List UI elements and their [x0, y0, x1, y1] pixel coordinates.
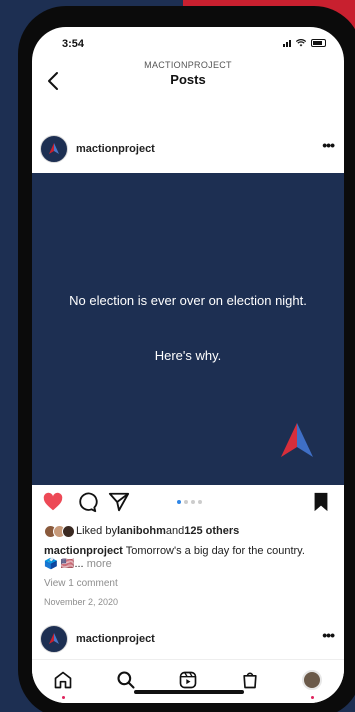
post-date: November 2, 2020	[44, 597, 119, 607]
next-post-username[interactable]: mactionproject	[76, 633, 155, 645]
bottom-nav	[32, 659, 344, 703]
brand-logo-icon	[49, 633, 59, 644]
brand-logo-icon	[281, 423, 313, 457]
liked-others[interactable]: 125 others	[184, 525, 239, 537]
comment-icon[interactable]	[76, 491, 98, 513]
home-notification-dot	[62, 696, 65, 699]
liked-and: and	[165, 525, 185, 537]
post-header: mactionproject •••	[32, 135, 344, 169]
liked-user[interactable]: lanibohm	[117, 525, 166, 537]
top-bar-titles: MACTIONPROJECT Posts	[32, 27, 344, 87]
profile-notification-dot	[311, 696, 314, 699]
liked-prefix: Liked by	[76, 525, 117, 537]
shop-icon[interactable]	[240, 670, 260, 690]
phone-screen: 3:54 MACTIONPROJECT Posts mactionproject…	[32, 27, 344, 703]
page-title: Posts	[170, 72, 206, 87]
next-post-header: mactionproject •••	[32, 625, 344, 655]
image-text-headline: No election is ever over on election nig…	[69, 293, 307, 308]
post-image[interactable]: No election is ever over on election nig…	[32, 173, 344, 485]
post-actions	[32, 491, 344, 517]
carousel-indicator	[177, 500, 202, 504]
avatar[interactable]	[40, 625, 68, 653]
reels-icon[interactable]	[178, 670, 198, 690]
liker-avatars	[44, 524, 75, 538]
post-username[interactable]: mactionproject	[76, 143, 155, 155]
image-text-subline: Here's why.	[154, 348, 222, 363]
home-icon[interactable]	[53, 670, 73, 690]
view-comments-link[interactable]: View 1 comment	[44, 578, 118, 589]
home-indicator	[134, 690, 244, 694]
brand-logo-icon	[49, 143, 59, 154]
more-options-icon[interactable]: •••	[322, 137, 335, 153]
likes-summary[interactable]: Liked by lanibohm and 125 others	[44, 523, 239, 539]
account-label: MACTIONPROJECT	[144, 60, 232, 70]
heart-icon[interactable]	[42, 491, 64, 513]
profile-avatar[interactable]	[302, 670, 322, 690]
caption-more-link[interactable]: more	[87, 558, 112, 570]
post-caption: mactionproject Tomorrow's a big day for …	[44, 545, 314, 571]
avatar[interactable]	[40, 135, 68, 163]
bookmark-icon[interactable]	[310, 491, 332, 513]
caption-username[interactable]: mactionproject	[44, 545, 123, 557]
more-options-icon[interactable]: •••	[322, 627, 335, 643]
search-icon[interactable]	[116, 670, 136, 690]
send-icon[interactable]	[108, 491, 130, 513]
